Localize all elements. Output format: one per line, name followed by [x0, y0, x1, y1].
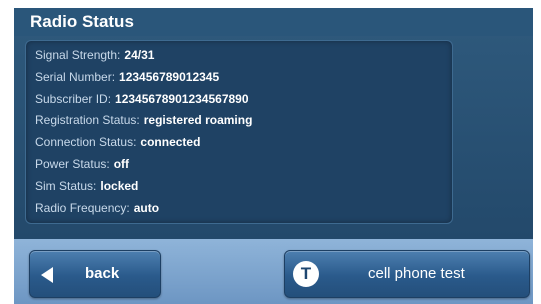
status-row-connection-status: Connection Status: connected [35, 132, 452, 154]
page-title: Radio Status [14, 8, 533, 36]
status-label: Power Status: [35, 156, 110, 171]
status-label: Serial Number: [35, 69, 116, 84]
status-value: auto [133, 200, 160, 215]
back-button-label: back [85, 265, 120, 282]
status-value: 123456789012345 [119, 69, 220, 84]
back-button[interactable]: back [29, 250, 161, 298]
status-row-power-status: Power Status: off [35, 154, 452, 176]
arrow-left-icon [41, 267, 53, 283]
cell-phone-test-button[interactable]: T cell phone test [284, 250, 530, 298]
status-info-box: Signal Strength: 24/31 Serial Number: 1234… [25, 40, 453, 224]
status-row-subscriber-id: Subscriber ID: 12345678901234567890 [35, 89, 452, 111]
cell-phone-test-label: cell phone test [368, 265, 465, 282]
status-label: Registration Status: [35, 113, 140, 128]
status-row-sim-status: Sim Status: locked [35, 176, 452, 198]
status-row-radio-frequency: Radio Frequency: auto [35, 198, 452, 220]
status-label: Subscriber ID: [35, 91, 112, 106]
status-label: Radio Frequency: [35, 200, 130, 215]
status-value: locked [100, 178, 139, 193]
status-value: registered roaming [143, 113, 253, 128]
status-row-serial-number: Serial Number: 123456789012345 [35, 67, 452, 89]
status-value: off [113, 156, 130, 171]
status-value: 12345678901234567890 [115, 91, 249, 106]
status-value: connected [140, 135, 201, 150]
status-label: Sim Status: [35, 178, 97, 193]
status-row-registration-status: Registration Status: registered roaming [35, 110, 452, 132]
status-label: Signal Strength: [35, 48, 121, 62]
t-circle-icon: T [293, 261, 319, 287]
status-value: 24/31 [124, 48, 155, 62]
status-label: Connection Status: [35, 135, 137, 150]
status-row-signal-strength: Signal Strength: 24/31 [35, 45, 452, 67]
screen: Radio Status Signal Strength: 24/31 Seria… [0, 0, 541, 304]
